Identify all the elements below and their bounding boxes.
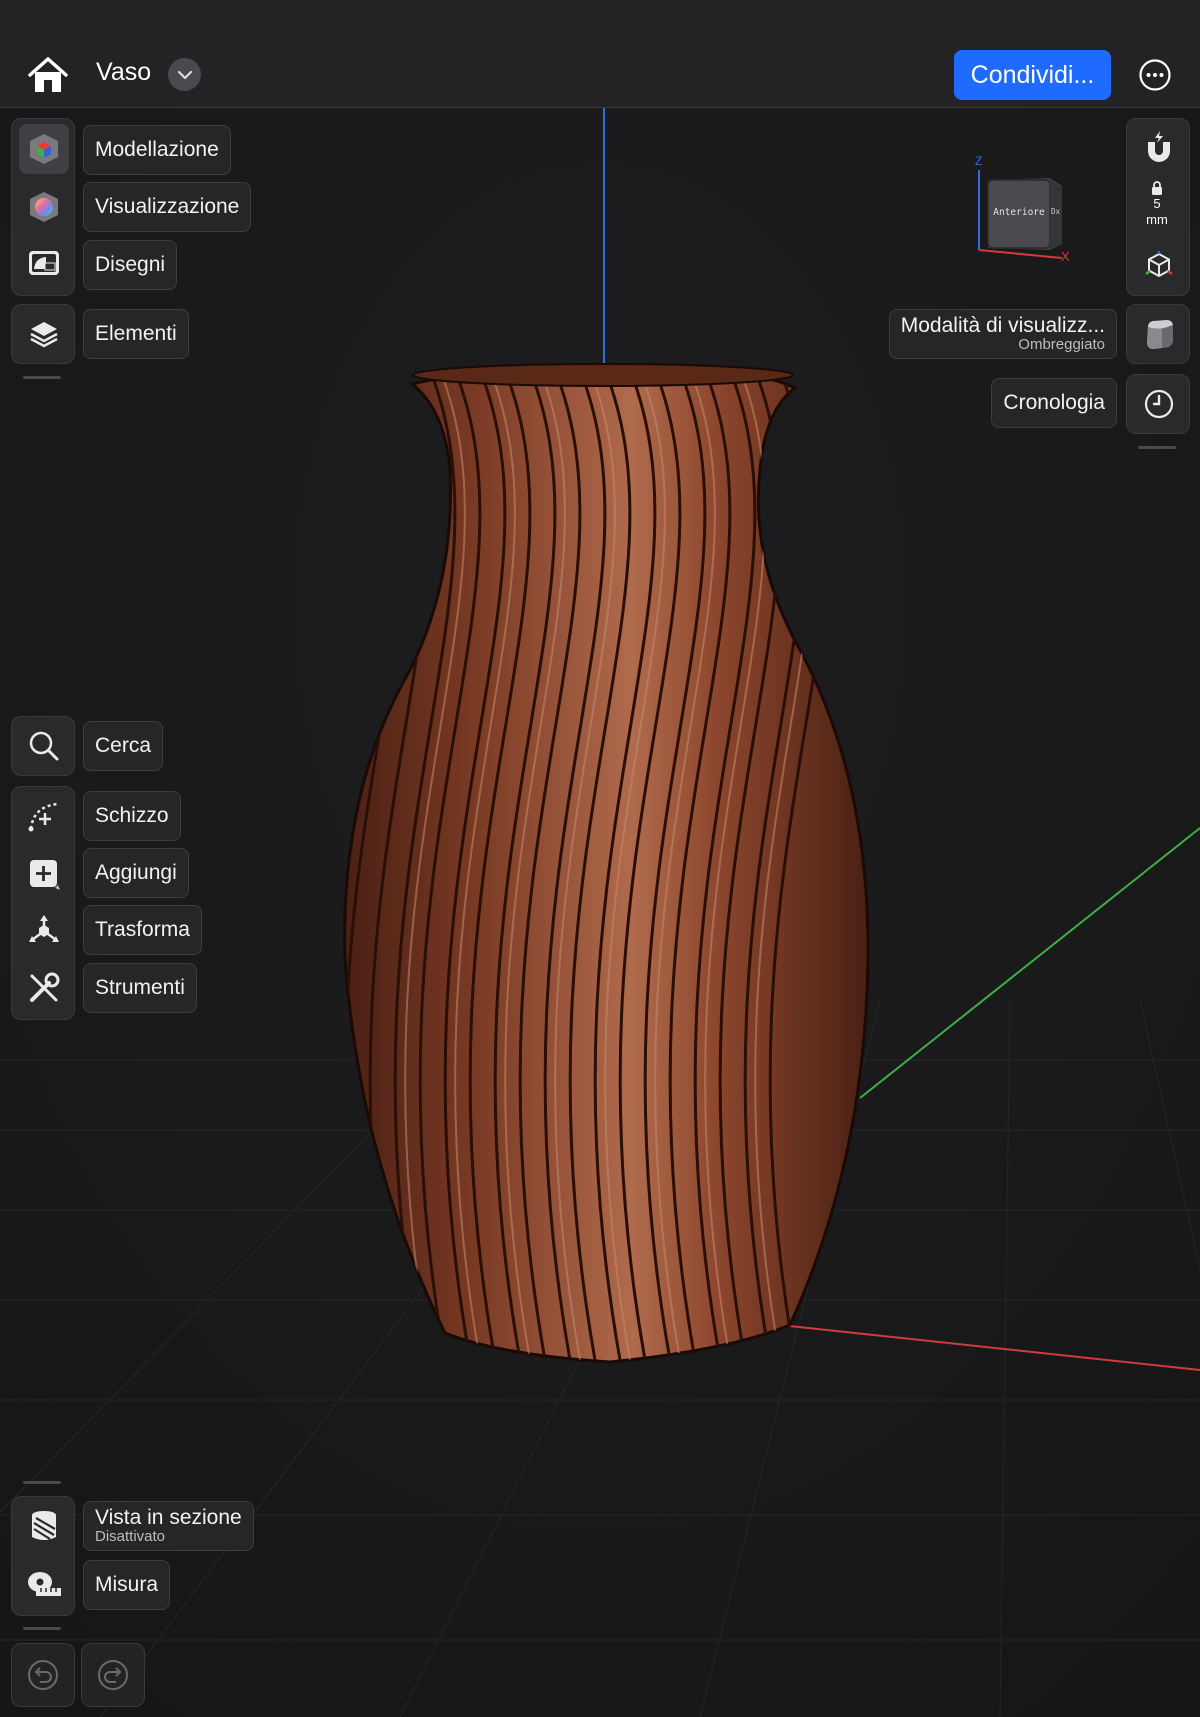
view-mode-value: Ombreggiato [1018,336,1105,354]
add-icon [30,860,60,890]
view-cube-right-face[interactable]: Dx [1051,207,1062,216]
snap-value: 5 [1153,196,1161,211]
measure-button[interactable] [12,1558,76,1610]
add-button[interactable] [12,848,76,900]
sketch-icon [28,802,58,832]
view-mode-panel [1126,304,1190,364]
left-separator-undo [23,1627,61,1630]
more-options-button[interactable] [1138,58,1172,92]
tools-icon [30,972,60,1002]
section-view-title: Vista in sezione [95,1506,242,1530]
title-dropdown-button[interactable] [168,58,201,91]
search-icon [29,731,59,761]
visualization-label[interactable]: Visualizzazione [83,182,252,232]
inspect-panel [11,1496,75,1616]
sketch-label[interactable]: Schizzo [83,791,181,841]
search-button[interactable] [12,720,76,772]
visualization-color-icon [30,192,58,222]
modeling-cube-icon [30,134,58,164]
home-icon [28,57,68,92]
history-label[interactable]: Cronologia [991,378,1117,428]
section-view-icon [32,1511,56,1540]
home-button[interactable] [26,55,70,95]
workspace-panel [11,118,75,296]
shaded-cube-icon [1147,320,1173,349]
elements-panel [11,304,75,364]
transform-button[interactable] [12,905,76,957]
tools-button[interactable] [12,962,76,1014]
snap-toggle-button[interactable] [1127,123,1191,171]
transform-icon [29,915,59,942]
left-separator-top [23,376,61,379]
snap-panel: 5 mm [1126,118,1190,296]
elements-button[interactable] [12,308,76,360]
chevron-down-icon [177,70,192,79]
modeling-button[interactable] [12,123,76,175]
visualization-button[interactable] [12,181,76,233]
section-view-status: Disattivato [95,1528,166,1546]
tools-label[interactable]: Strumenti [83,963,197,1013]
transform-label[interactable]: Trasforma [83,905,202,955]
share-button[interactable]: Condividi... [954,50,1111,100]
add-label[interactable]: Aggiungi [83,848,189,898]
sketch-button[interactable] [12,790,76,842]
view-cube-axis-z: Z [975,154,983,168]
orientation-button[interactable] [1127,241,1191,289]
history-panel [1126,374,1190,434]
measure-label[interactable]: Misura [83,1560,171,1610]
document-title[interactable]: Vaso [96,58,151,87]
search-label[interactable]: Cerca [83,721,164,771]
undo-button[interactable] [11,1643,75,1707]
elements-label[interactable]: Elementi [83,309,189,359]
redo-button[interactable] [81,1643,145,1707]
snap-unit: mm [1146,212,1168,227]
tools-panel [11,786,75,1020]
undo-icon [28,1660,58,1690]
left-separator-bottom [23,1481,61,1484]
history-button[interactable] [1127,378,1191,430]
clock-icon [1144,389,1174,419]
section-view-button[interactable] [12,1500,76,1552]
magnet-icon [1148,131,1170,162]
measure-icon [28,1572,61,1596]
layers-icon [30,322,58,348]
view-mode-title: Modalità di visualizz... [900,314,1105,338]
view-cube[interactable]: Z X Anteriore Dx [970,150,1080,265]
drawings-icon [29,251,59,275]
top-bar: Vaso Condividi... [0,0,1200,108]
lock-icon [1152,181,1162,195]
drawings-label[interactable]: Disegni [83,240,178,290]
more-icon [1139,59,1171,91]
orientation-cube-icon [1145,251,1173,278]
modeling-label[interactable]: Modellazione [83,125,231,175]
snap-increment[interactable]: 5 mm [1127,181,1187,231]
redo-icon [98,1660,128,1690]
view-mode-label[interactable]: Modalità di visualizz... Ombreggiato [888,309,1117,359]
view-cube-axis-x: X [1061,249,1070,264]
section-view-label[interactable]: Vista in sezione Disattivato [83,1501,254,1551]
view-cube-front-face[interactable]: Anteriore [988,207,1050,218]
view-mode-button[interactable] [1127,308,1191,360]
search-panel [11,716,75,776]
drawings-button[interactable] [12,237,76,289]
right-separator [1138,446,1176,449]
